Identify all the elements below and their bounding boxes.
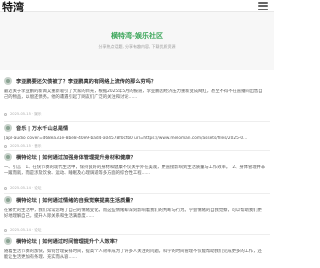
top-bar: 特湾: [0, 0, 274, 14]
post-meta: 2025-05-14 · 论坛: [4, 186, 42, 191]
post-excerpt: 在繁忙的生活中，我们常常忽略了自己的情绪变化，而这些情绪却深刻影响着我们的判断与…: [4, 208, 262, 220]
avatar: [4, 237, 12, 245]
post-excerpt: [apl-audio cover=d68ea31e-8be8-40e9-bad4…: [4, 136, 248, 141]
clock-icon: [4, 113, 7, 116]
post-date: 2025-05-15 · 娱乐: [10, 112, 42, 116]
post-excerpt: 一、引言 1、在快节奏的现代生活中，保持良好的身材和健康不仅关乎外在美观，更直接…: [4, 165, 266, 177]
post-title[interactable]: 李亚鹏要还欠债被了？李亚鹏真的有网络上流传的那么穷吗？: [16, 78, 156, 85]
divider: [4, 234, 270, 235]
post-date: 2025-05-14 · 论坛: [10, 186, 42, 190]
post-excerpt: 随着生活节奏的加快，如何合理安排时间，提高个人效率成为了许多人关注的问题。科学的…: [4, 249, 262, 261]
divider: [4, 193, 270, 194]
clock-icon: [4, 145, 7, 148]
hero-banner: 横特湾-娱乐社区 分享热点话题, 分享有趣内容, 下载优质资源: [0, 12, 274, 70]
post-meta: 2025-05-14 · 论坛: [4, 228, 42, 233]
avatar: [4, 124, 12, 132]
post-date: 2025-05-15 · 音乐: [10, 144, 42, 148]
post-card[interactable]: 横特论坛 | 如何通过时间管理提升个人效率？ 随着生活节奏的加快，如何合理安排时…: [4, 236, 269, 268]
clock-icon: [4, 229, 7, 232]
post-card[interactable]: 横特论坛 | 如何通过加强身体管理提升身材和健康？ 一、引言 1、在快节奏的现代…: [4, 152, 269, 192]
menu-icon[interactable]: [258, 2, 268, 10]
post-title[interactable]: 音乐 | 万水千山总是情: [16, 125, 68, 132]
avatar: [4, 153, 12, 161]
post-meta: 2025-05-15 · 娱乐: [4, 112, 42, 117]
post-meta: 2025-05-15 · 音乐: [4, 144, 42, 149]
post-excerpt: 最近关于李亚鹏的新闻又重新吸引了大家的目光，根据2025年5月的报道，李亚鹏因经…: [4, 89, 263, 101]
post-date: 2025-05-14 · 论坛: [10, 228, 42, 232]
clock-icon: [4, 187, 7, 190]
avatar: [4, 196, 12, 204]
divider: [4, 121, 270, 122]
post-card[interactable]: 横特论坛 | 如何通过情绪的自我觉察提高生活质量？ 在繁忙的生活中，我们常常忽略…: [4, 195, 269, 233]
post-title[interactable]: 横特论坛 | 如何通过时间管理提升个人效率？: [16, 238, 120, 245]
site-title: 横特湾-娱乐社区: [111, 32, 163, 40]
divider: [4, 150, 270, 151]
post-title[interactable]: 横特论坛 | 如何通过情绪的自我觉察提高生活质量？: [16, 197, 136, 204]
post-title[interactable]: 横特论坛 | 如何通过加强身体管理提升身材和健康？: [16, 154, 136, 161]
post-card[interactable]: 李亚鹏要还欠债被了？李亚鹏真的有网络上流传的那么穷吗？ 最近关于李亚鹏的新闻又重…: [4, 76, 269, 120]
post-card[interactable]: 音乐 | 万水千山总是情 [apl-audio cover=d68ea31e-8…: [4, 123, 269, 149]
site-subtitle: 分享热点话题, 分享有趣内容, 下载优质资源: [98, 44, 176, 49]
avatar: [4, 77, 12, 85]
